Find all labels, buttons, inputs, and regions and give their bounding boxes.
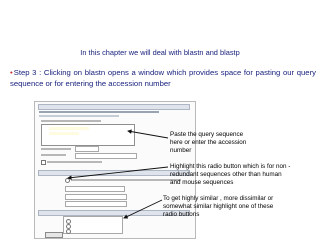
annotation-line: somewhat similar highlight one of these [163, 203, 274, 210]
arrow-similar [123, 199, 163, 219]
arrow-radio [67, 166, 169, 180]
annotation-radio: Highlight this radio button which is for… [170, 163, 290, 187]
annotation-line: and mouse sequences [170, 179, 234, 186]
annotation-line: number [170, 147, 192, 154]
annotation-line: Highlight this radio button which is for… [170, 163, 291, 170]
annotation-line: here or enter the accession [170, 139, 247, 146]
annotation-line: Paste the query sequence [170, 131, 244, 138]
annotation-line: redundant sequences other than human [170, 171, 282, 178]
annotation-similar: To get highly similar , more dissimilar … [163, 195, 273, 219]
annotation-line: radio buttons [163, 211, 200, 218]
annotation-query: Paste the query sequence here or enter t… [170, 131, 246, 155]
annotation-line: To get highly similar , more dissimilar … [163, 195, 274, 202]
arrow-query [127, 129, 169, 139]
